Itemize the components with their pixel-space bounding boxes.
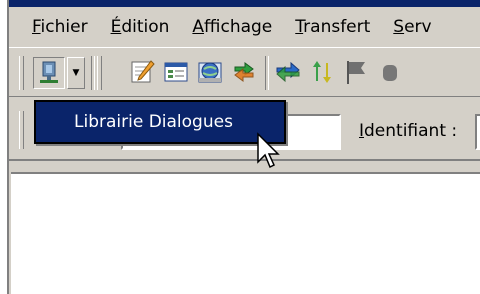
- content-area: [11, 172, 480, 294]
- menu-serveur-label: erv: [404, 17, 432, 37]
- menu-fichier[interactable]: Fichier: [32, 17, 88, 37]
- identifiant-text: dentifiant :: [364, 121, 458, 141]
- transfer-button[interactable]: [229, 57, 261, 89]
- transfer-icon: [234, 62, 254, 82]
- flag-button[interactable]: [341, 57, 373, 89]
- title-bar: [9, 0, 480, 7]
- browser-button[interactable]: [195, 57, 227, 89]
- identifiant-label: Identifiant :: [359, 121, 457, 141]
- toolbar-separator: [91, 56, 95, 90]
- menu-serveur-accel: S: [393, 17, 405, 37]
- more-button[interactable]: [375, 57, 407, 89]
- connect-button[interactable]: [33, 57, 65, 89]
- stop-icon: [383, 65, 397, 81]
- toolbar2-grip[interactable]: [19, 111, 24, 149]
- globe-window-icon: [198, 62, 222, 83]
- menu-affichage[interactable]: Affichage: [192, 17, 272, 37]
- refresh-icon: [276, 61, 300, 83]
- edit-icon: [131, 60, 155, 83]
- menu-transfert-accel: T: [295, 17, 304, 37]
- chevron-down-icon: ▼: [72, 68, 80, 78]
- refresh-button[interactable]: [273, 57, 305, 89]
- main-toolbar: ▼: [9, 47, 480, 97]
- application-window: Fichier Édition Affichage Transfert Serv…: [7, 0, 480, 294]
- menu-edition[interactable]: Édition: [111, 17, 170, 37]
- menu-serveur[interactable]: Serv: [393, 17, 431, 37]
- connect-icon: [40, 61, 58, 83]
- menu-transfert[interactable]: Transfert: [295, 17, 370, 37]
- toolbar-grip-2[interactable]: [97, 56, 102, 90]
- toolbar-separator-2: [265, 56, 269, 90]
- sync-button[interactable]: [307, 57, 339, 89]
- flag-icon: [347, 61, 365, 84]
- menu-affichage-label: ffichage: [204, 17, 273, 37]
- sync-icon: [313, 61, 331, 83]
- properties-button[interactable]: [161, 57, 193, 89]
- identifiant-field[interactable]: [475, 114, 480, 150]
- menu-fichier-label: ichier: [40, 17, 88, 37]
- mouse-pointer-icon: [257, 132, 280, 169]
- librairie-dialogues-menu-item[interactable]: Librairie Dialogues: [34, 100, 286, 144]
- librairie-dialogues-label: Librairie Dialogues: [74, 112, 233, 132]
- properties-icon: [164, 62, 188, 82]
- menu-bar: Fichier Édition Affichage Transfert Serv: [9, 7, 480, 47]
- menu-transfert-label: ransfert: [303, 17, 371, 37]
- menu-edition-accel: É: [110, 17, 122, 37]
- toolbar-grip[interactable]: [19, 56, 24, 90]
- menu-affichage-accel: A: [192, 17, 205, 37]
- menu-fichier-accel: F: [32, 17, 41, 37]
- connect-dropdown-button[interactable]: ▼: [67, 57, 85, 89]
- menu-edition-label: dition: [121, 17, 170, 37]
- edit-button[interactable]: [127, 57, 159, 89]
